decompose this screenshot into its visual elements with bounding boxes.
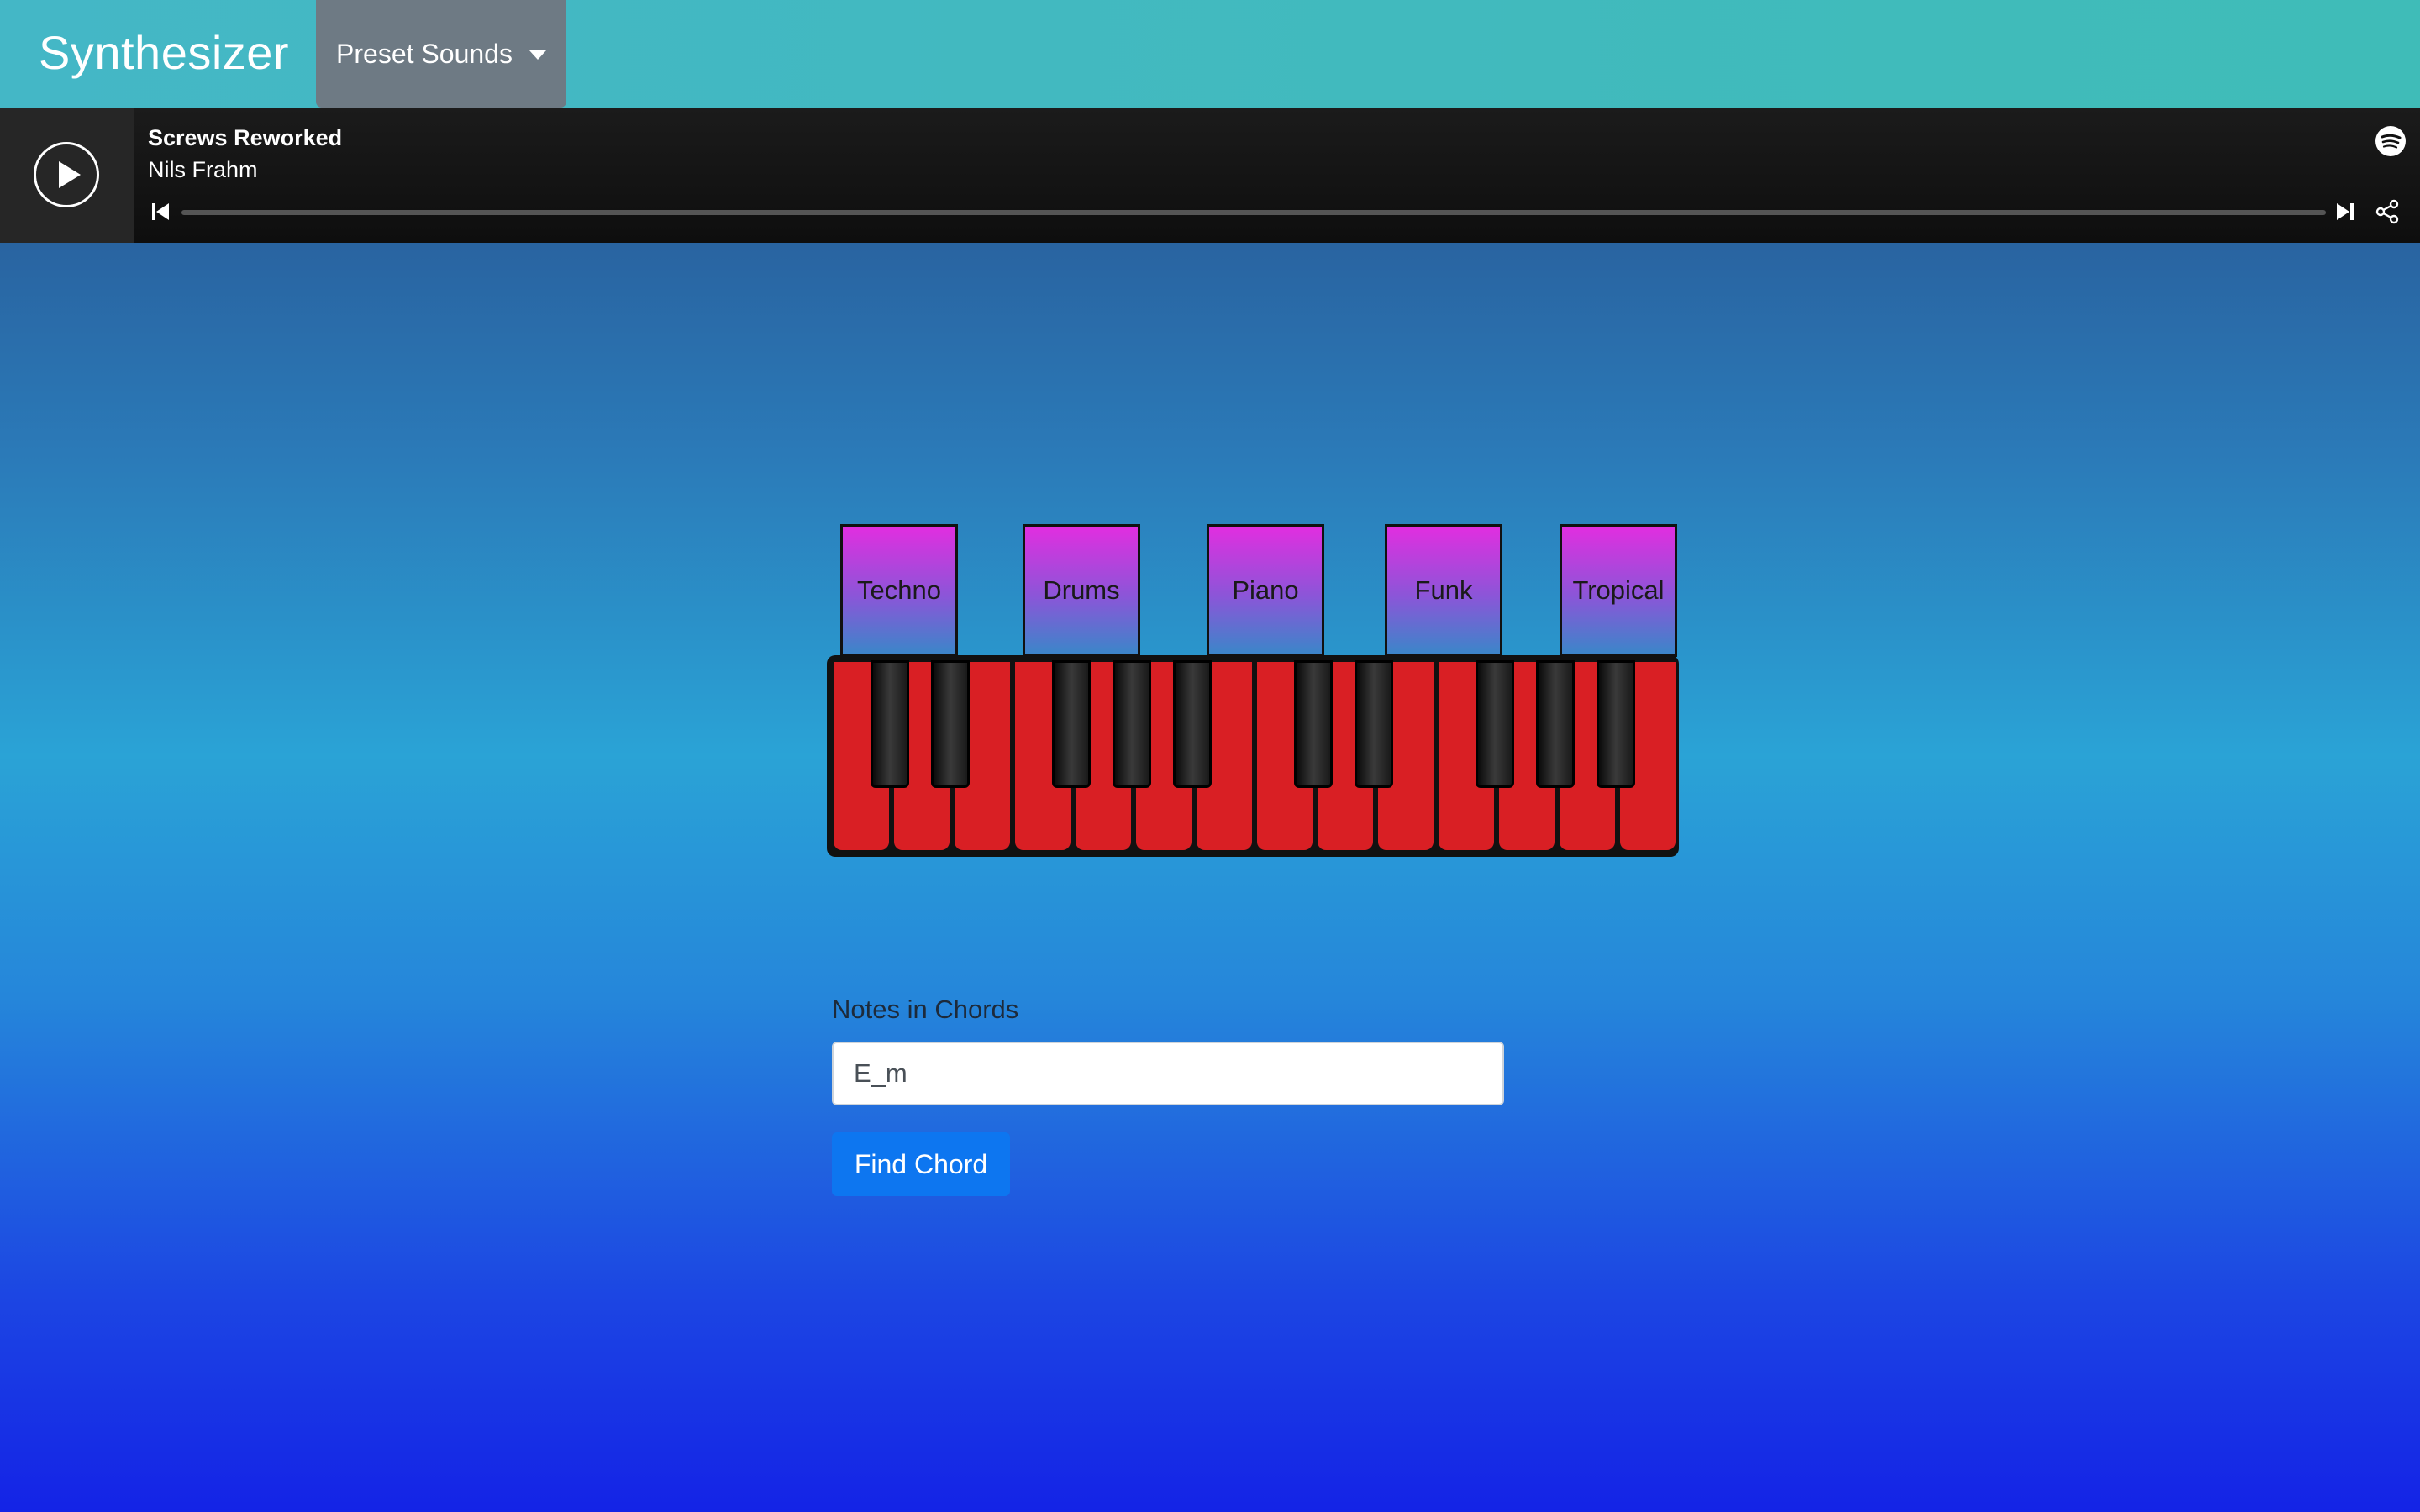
- black-key[interactable]: [1052, 660, 1091, 788]
- black-key[interactable]: [1355, 660, 1393, 788]
- black-key[interactable]: [931, 660, 970, 788]
- chord-input-label: Notes in Chords: [832, 995, 1019, 1024]
- share-icon[interactable]: [2375, 199, 2400, 224]
- piano-keyboard: [827, 655, 1679, 857]
- preset-funk-button[interactable]: Funk: [1385, 524, 1502, 657]
- play-button[interactable]: [34, 142, 99, 207]
- chord-notes-input[interactable]: [832, 1042, 1504, 1105]
- progress-bar[interactable]: [182, 210, 2326, 215]
- black-key[interactable]: [1294, 660, 1333, 788]
- preset-drums-button[interactable]: Drums: [1023, 524, 1140, 657]
- black-key[interactable]: [1476, 660, 1514, 788]
- next-track-icon[interactable]: [2336, 202, 2354, 222]
- preset-sounds-label: Preset Sounds: [336, 38, 513, 69]
- black-key[interactable]: [1597, 660, 1635, 788]
- black-key[interactable]: [1536, 660, 1575, 788]
- track-title[interactable]: Screws Reworked: [148, 125, 342, 151]
- spotify-logo-icon[interactable]: [2375, 125, 2407, 157]
- preset-piano-button[interactable]: Piano: [1207, 524, 1324, 657]
- preset-techno-button[interactable]: Techno: [840, 524, 958, 657]
- previous-track-icon[interactable]: [151, 202, 170, 222]
- app-title[interactable]: Synthesizer: [39, 25, 289, 80]
- black-key[interactable]: [1113, 660, 1151, 788]
- top-navbar: Synthesizer Preset Sounds: [0, 0, 2420, 108]
- caret-down-icon: [529, 50, 546, 60]
- find-chord-button[interactable]: Find Chord: [832, 1132, 1010, 1196]
- preset-tropical-button[interactable]: Tropical: [1560, 524, 1677, 657]
- preset-sounds-dropdown[interactable]: Preset Sounds: [316, 0, 566, 108]
- black-key[interactable]: [871, 660, 909, 788]
- track-artist[interactable]: Nils Frahm: [148, 157, 258, 183]
- album-art: [0, 108, 134, 243]
- music-player: Screws Reworked Nils Frahm: [0, 108, 2420, 243]
- black-key[interactable]: [1173, 660, 1212, 788]
